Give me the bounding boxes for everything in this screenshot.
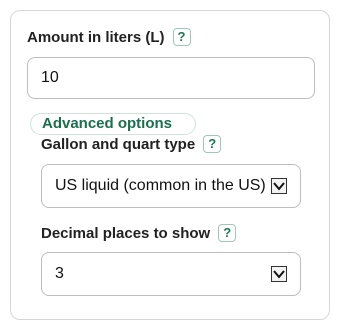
amount-input-value: 10 [41, 69, 59, 86]
decimals-select[interactable]: 3 [41, 252, 301, 296]
amount-input[interactable]: 10 [27, 57, 315, 99]
advanced-options-label: Advanced options [42, 115, 173, 132]
decimals-label-row: Decimal places to show ? [41, 224, 237, 242]
amount-help-icon[interactable]: ? [172, 28, 191, 46]
decimals-label: Decimal places to show [41, 224, 211, 242]
decimals-selected: 3 [55, 265, 64, 282]
chevron-down-icon [271, 266, 287, 282]
gallon-type-label-row: Gallon and quart type ? [41, 135, 222, 153]
chevron-down-icon [271, 178, 287, 194]
advanced-options-toggle[interactable]: Advanced options [30, 113, 196, 135]
gallon-type-selected: US liquid (common in the US) [55, 177, 266, 194]
amount-label-row: Amount in liters (L) ? [27, 28, 191, 46]
decimals-help-icon[interactable]: ? [218, 224, 237, 242]
amount-label: Amount in liters (L) [27, 28, 165, 46]
gallon-type-label: Gallon and quart type [41, 135, 196, 153]
gallon-type-help-icon[interactable]: ? [203, 135, 222, 153]
gallon-type-select[interactable]: US liquid (common in the US) [41, 164, 301, 208]
